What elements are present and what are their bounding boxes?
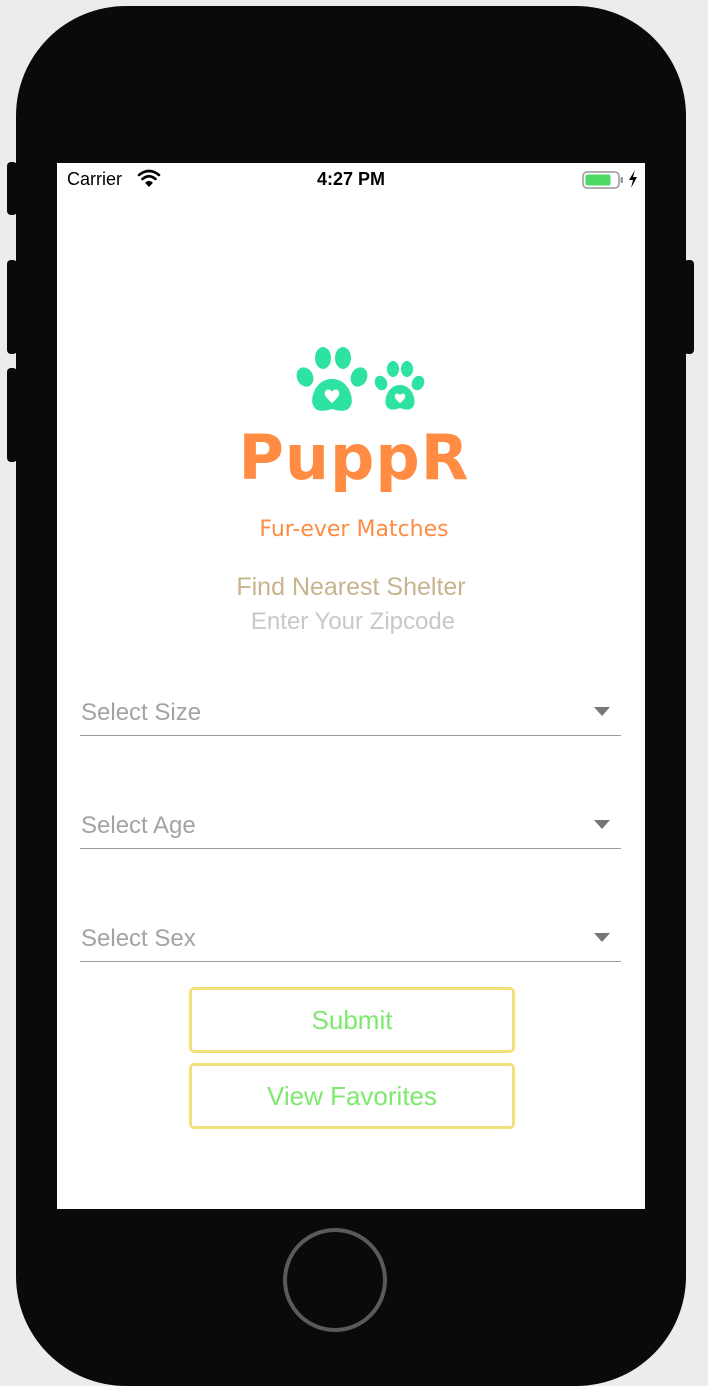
battery-icon [582,171,623,189]
app-screen: Carrier 4:27 PM PuppR Fur-ever Matches F… [57,163,645,1209]
paw-prints-icon [296,347,425,411]
charging-bolt-icon [629,170,637,188]
home-button[interactable] [283,1228,387,1332]
volume-up-button [7,260,17,354]
power-button [684,260,694,354]
view-favorites-button[interactable]: View Favorites [189,1063,515,1129]
status-time: 4:27 PM [316,169,386,189]
volume-down-button [7,368,17,462]
age-dropdown-label: Select Age [81,812,196,839]
zipcode-input[interactable] [151,603,555,641]
chevron-down-icon [594,933,610,942]
age-dropdown[interactable]: Select Age [80,796,621,849]
size-dropdown[interactable]: Select Size [80,683,621,736]
status-bar: Carrier 4:27 PM [57,163,645,197]
sex-dropdown[interactable]: Select Sex [80,909,621,962]
find-shelter-title: Find Nearest Shelter [236,573,466,601]
brand-name: PuppR [238,421,470,494]
chevron-down-icon [594,820,610,829]
size-dropdown-label: Select Size [81,699,202,726]
chevron-down-icon [594,707,610,716]
sex-dropdown-label: Select Sex [81,925,196,952]
submit-button[interactable]: Submit [189,987,515,1053]
brand-tagline: Fur-ever Matches [259,517,449,542]
app-logo: PuppR Fur-ever Matches [219,341,489,551]
mute-switch [7,162,17,215]
